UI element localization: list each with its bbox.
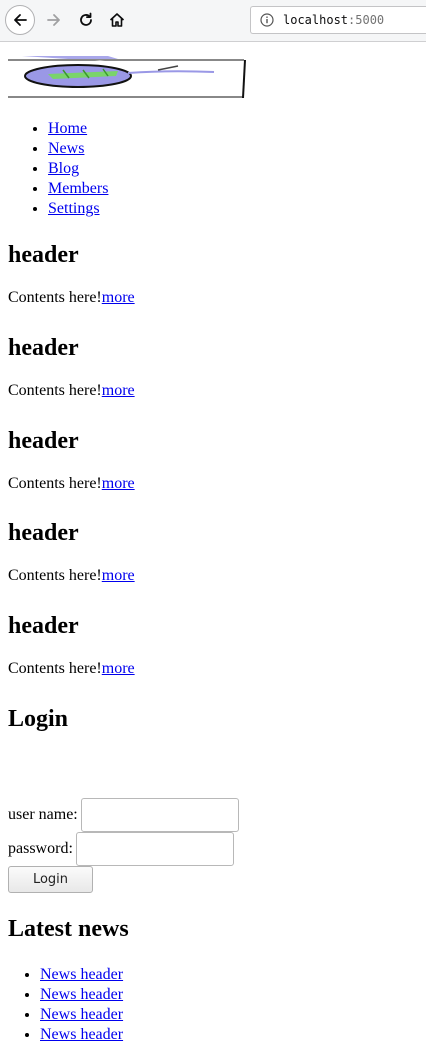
article-header: header: [8, 613, 79, 639]
news-link[interactable]: News header: [40, 1006, 123, 1023]
menu-link-members[interactable]: Members: [48, 180, 108, 197]
main-menu: Home News Blog Members Settings: [8, 119, 108, 219]
login-button[interactable]: Login: [8, 866, 93, 893]
menu-item-home: Home: [48, 119, 108, 139]
article-contents: Contents here!: [8, 660, 102, 677]
browser-toolbar: localhost:5000: [0, 0, 426, 42]
article-header: header: [8, 520, 79, 546]
article-header: header: [8, 242, 79, 268]
article: header Contents here!more: [8, 334, 135, 401]
news-item: News header: [40, 1005, 129, 1025]
article-more-link[interactable]: more: [102, 660, 135, 677]
username-label: user name:: [8, 806, 78, 823]
latest-news-title: Latest news: [8, 916, 129, 942]
username-input[interactable]: [80, 798, 239, 832]
menu-item-members: Members: [48, 179, 108, 199]
latest-news: Latest news News header News header News…: [8, 915, 129, 1045]
news-item: News header: [40, 1025, 129, 1045]
reload-button[interactable]: [71, 5, 101, 35]
address-bar[interactable]: localhost:5000: [250, 6, 426, 34]
article: header Contents here!more: [8, 612, 135, 679]
login-form: Login user name: password: Login: [8, 705, 308, 895]
menu-item-blog: Blog: [48, 159, 108, 179]
article-header: header: [8, 428, 79, 454]
latest-news-list: News header News header News header News…: [0, 965, 129, 1045]
menu-item-news: News: [48, 139, 108, 159]
article-contents: Contents here!: [8, 475, 102, 492]
article-contents: Contents here!: [8, 567, 102, 584]
url-port: :5000: [348, 13, 385, 27]
news-item: News header: [40, 965, 129, 985]
menu-link-settings[interactable]: Settings: [48, 200, 100, 217]
article-more-link[interactable]: more: [102, 567, 135, 584]
article-more-link[interactable]: more: [102, 475, 135, 492]
back-arrow-icon: [14, 14, 27, 26]
password-input[interactable]: [75, 832, 234, 866]
site-info-icon[interactable]: [260, 13, 274, 27]
url-host: localhost: [283, 13, 349, 27]
article: header Contents here!more: [8, 241, 135, 308]
article-contents: Contents here!: [8, 382, 102, 399]
reload-icon: [80, 12, 92, 26]
menu-link-home[interactable]: Home: [48, 120, 87, 137]
article: header Contents here!more: [8, 519, 135, 586]
back-button[interactable]: [5, 5, 35, 35]
menu-link-blog[interactable]: Blog: [48, 160, 79, 177]
forward-button[interactable]: [39, 5, 69, 35]
article-header: header: [8, 335, 79, 361]
menu-link-news[interactable]: News: [48, 140, 84, 157]
home-icon: [109, 13, 125, 27]
news-link[interactable]: News header: [40, 966, 123, 983]
menu-item-settings: Settings: [48, 199, 108, 219]
article-contents: Contents here!: [8, 289, 102, 306]
password-label: password:: [8, 840, 73, 857]
login-title: Login: [8, 706, 69, 732]
home-button[interactable]: [102, 5, 132, 35]
news-item: News header: [40, 985, 129, 1005]
article: header Contents here!more: [8, 427, 135, 494]
article-more-link[interactable]: more: [102, 382, 135, 399]
site-logo: [8, 56, 246, 98]
article-more-link[interactable]: more: [102, 289, 135, 306]
news-link[interactable]: News header: [40, 1026, 123, 1043]
forward-arrow-icon: [47, 14, 60, 26]
news-link[interactable]: News header: [40, 986, 123, 1003]
